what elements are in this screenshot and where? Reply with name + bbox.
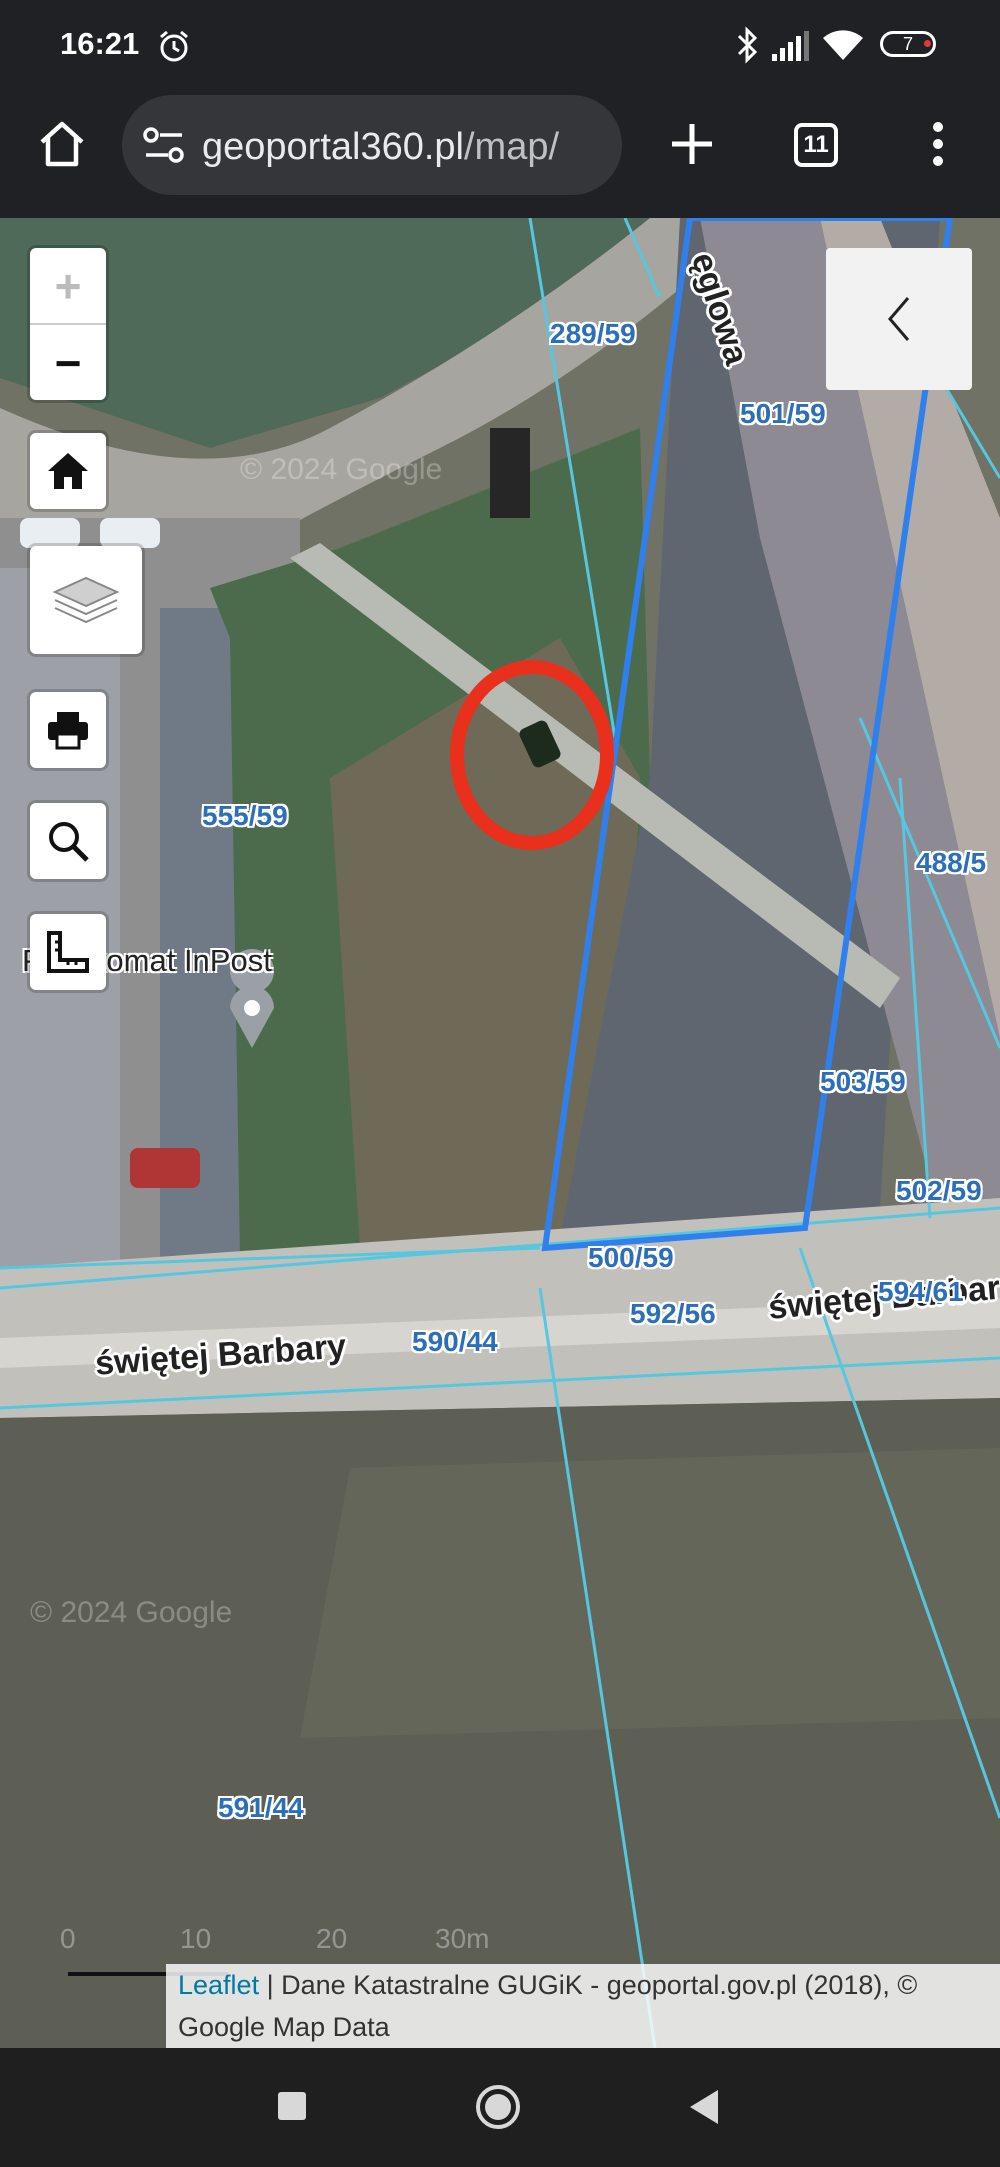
menu-button[interactable] [916, 112, 960, 176]
parcel-label[interactable]: 500/59 [588, 1242, 674, 1274]
zoom-control: + − [30, 248, 106, 400]
search-icon [49, 822, 89, 862]
parcel-label[interactable]: 555/59 [202, 800, 288, 832]
zoom-in-button[interactable]: + [30, 248, 106, 325]
map-watermark: © 2024 Google [240, 453, 443, 486]
status-bar: 16:21 7 [0, 0, 1000, 92]
scale-label: 10 [180, 1923, 212, 1954]
layers-button[interactable] [30, 546, 142, 654]
status-time: 16:21 [60, 26, 140, 61]
url-bar[interactable]: geoportal360.pl/map/ [122, 95, 622, 195]
url-text: geoportal360.pl/map/ [202, 126, 612, 169]
system-nav-bar [0, 2048, 1000, 2167]
home-circle-icon[interactable] [474, 2083, 522, 2131]
layers-icon [52, 576, 120, 624]
home-view-button[interactable] [30, 433, 106, 509]
alarm-icon [160, 30, 188, 62]
signal-icon [772, 31, 809, 61]
satellite-imagery [0, 218, 1000, 2048]
map-attribution: Leaflet | Dane Katastralne GUGiK - geopo… [166, 1964, 1000, 2048]
scale-label: 20 [316, 1923, 348, 1954]
site-settings-icon[interactable] [142, 125, 186, 165]
parcel-label[interactable]: 488/5 [916, 847, 986, 879]
parcel-label[interactable]: 502/59 [896, 1175, 982, 1207]
tabs-button[interactable]: 11 [794, 123, 838, 167]
home-button[interactable] [30, 112, 94, 176]
scale-label: 30m [435, 1923, 490, 1954]
browser-toolbar: geoportal360.pl/map/ 11 [0, 92, 1000, 218]
url-host: geoportal360.pl [202, 126, 464, 168]
home-icon [48, 453, 88, 489]
bluetooth-icon [737, 26, 758, 64]
parcel-label[interactable]: 590/44 [412, 1326, 498, 1358]
measure-button[interactable] [30, 914, 106, 990]
parcel-label[interactable]: 503/59 [820, 1066, 906, 1098]
menu-icon [933, 122, 943, 166]
parcel-label[interactable]: 592/56 [630, 1298, 716, 1330]
url-path: /map/ [464, 126, 560, 168]
parcel-label[interactable]: 289/59 [550, 318, 636, 350]
home-icon [40, 121, 84, 167]
battery-icon: 7 [880, 31, 936, 57]
print-icon [48, 712, 88, 750]
leaflet-link[interactable]: Leaflet [178, 1970, 259, 2000]
new-tab-icon [672, 124, 712, 164]
attribution-text: | Dane Katastralne GUGiK - geoportal.gov… [178, 1970, 918, 2042]
map-watermark: © 2024 Google [30, 1596, 233, 1629]
parcel-label[interactable]: 594/61 [878, 1276, 964, 1308]
zoom-out-button[interactable]: − [30, 325, 106, 400]
back-icon[interactable] [688, 2088, 720, 2126]
new-tab-button[interactable] [660, 112, 724, 176]
sidebar-toggle-button[interactable] [826, 248, 972, 390]
print-button[interactable] [30, 692, 106, 768]
parcel-label[interactable]: 501/59 [740, 398, 826, 430]
search-button[interactable] [30, 803, 106, 879]
chevron-left-icon [888, 297, 910, 341]
measure-icon [47, 931, 89, 973]
parcel-label[interactable]: 591/44 [218, 1792, 304, 1824]
map-view[interactable]: © 2024 Google © 2024 Google świętej Barb… [0, 218, 1000, 2048]
wifi-icon [823, 30, 863, 60]
recents-icon[interactable] [276, 2090, 308, 2122]
scale-label: 0 [60, 1923, 76, 1954]
